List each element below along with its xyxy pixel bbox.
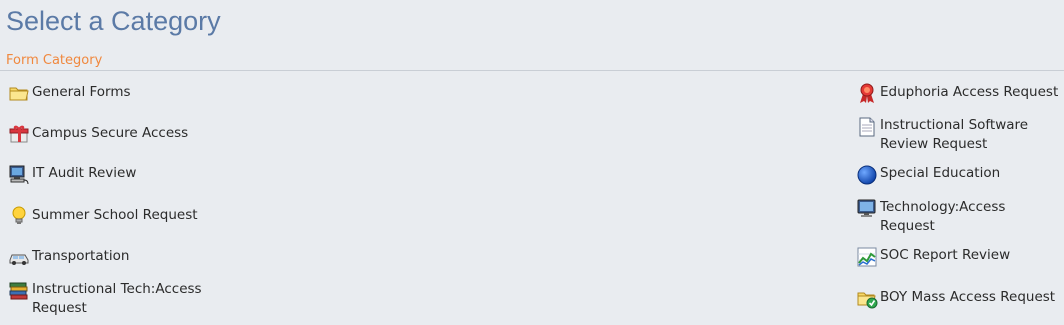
chart-icon [856,246,878,268]
category-summer-school-request[interactable]: Summer School Request [8,205,198,227]
gift-box-icon [8,123,30,145]
category-label: Instructional Software Review Request [880,117,1029,152]
category-label: General Forms [32,84,131,100]
blue-globe-icon [856,164,878,186]
lightbulb-icon [8,205,30,227]
category-boy-mass-access-request[interactable]: BOY Mass Access Request [856,287,1055,309]
page-title: Select a Category [6,6,221,36]
category-label: Special Education [880,165,1001,181]
category-label: IT Audit Review [32,165,137,181]
computer-icon [8,164,30,186]
category-it-audit-review[interactable]: IT Audit Review [8,164,136,186]
folder-icon [8,82,30,104]
category-technology-access-request[interactable]: Technology:Access Request [856,198,1020,236]
category-label: Instructional Tech:Access Request [32,281,202,316]
form-category-label: Form Category [6,53,103,68]
category-label: Technology:Access Request [880,199,1006,234]
category-label: Transportation [32,248,130,264]
category-campus-secure-access[interactable]: Campus Secure Access [8,123,188,145]
books-icon [8,280,30,302]
folder-check-icon [856,287,878,309]
category-instructional-tech-access-request[interactable]: Instructional Tech:Access Request [8,280,212,318]
category-label: Summer School Request [32,207,198,223]
category-special-education[interactable]: Special Education [856,164,1000,186]
category-instructional-software-review-request[interactable]: Instructional Software Review Request [856,116,1055,154]
category-label: Eduphoria Access Request [880,84,1059,100]
car-icon [8,246,30,268]
award-ribbon-icon [856,82,878,104]
category-soc-report-review[interactable]: SOC Report Review [856,246,1010,268]
category-label: BOY Mass Access Request [880,289,1056,305]
category-transportation[interactable]: Transportation [8,246,129,268]
category-label: Campus Secure Access [32,125,189,141]
category-label: SOC Report Review [880,247,1011,263]
divider [0,70,1064,71]
computer-icon [856,198,878,220]
category-eduphoria-access-request[interactable]: Eduphoria Access Request [856,82,1058,104]
category-general-forms[interactable]: General Forms [8,82,131,104]
document-icon [856,116,878,138]
